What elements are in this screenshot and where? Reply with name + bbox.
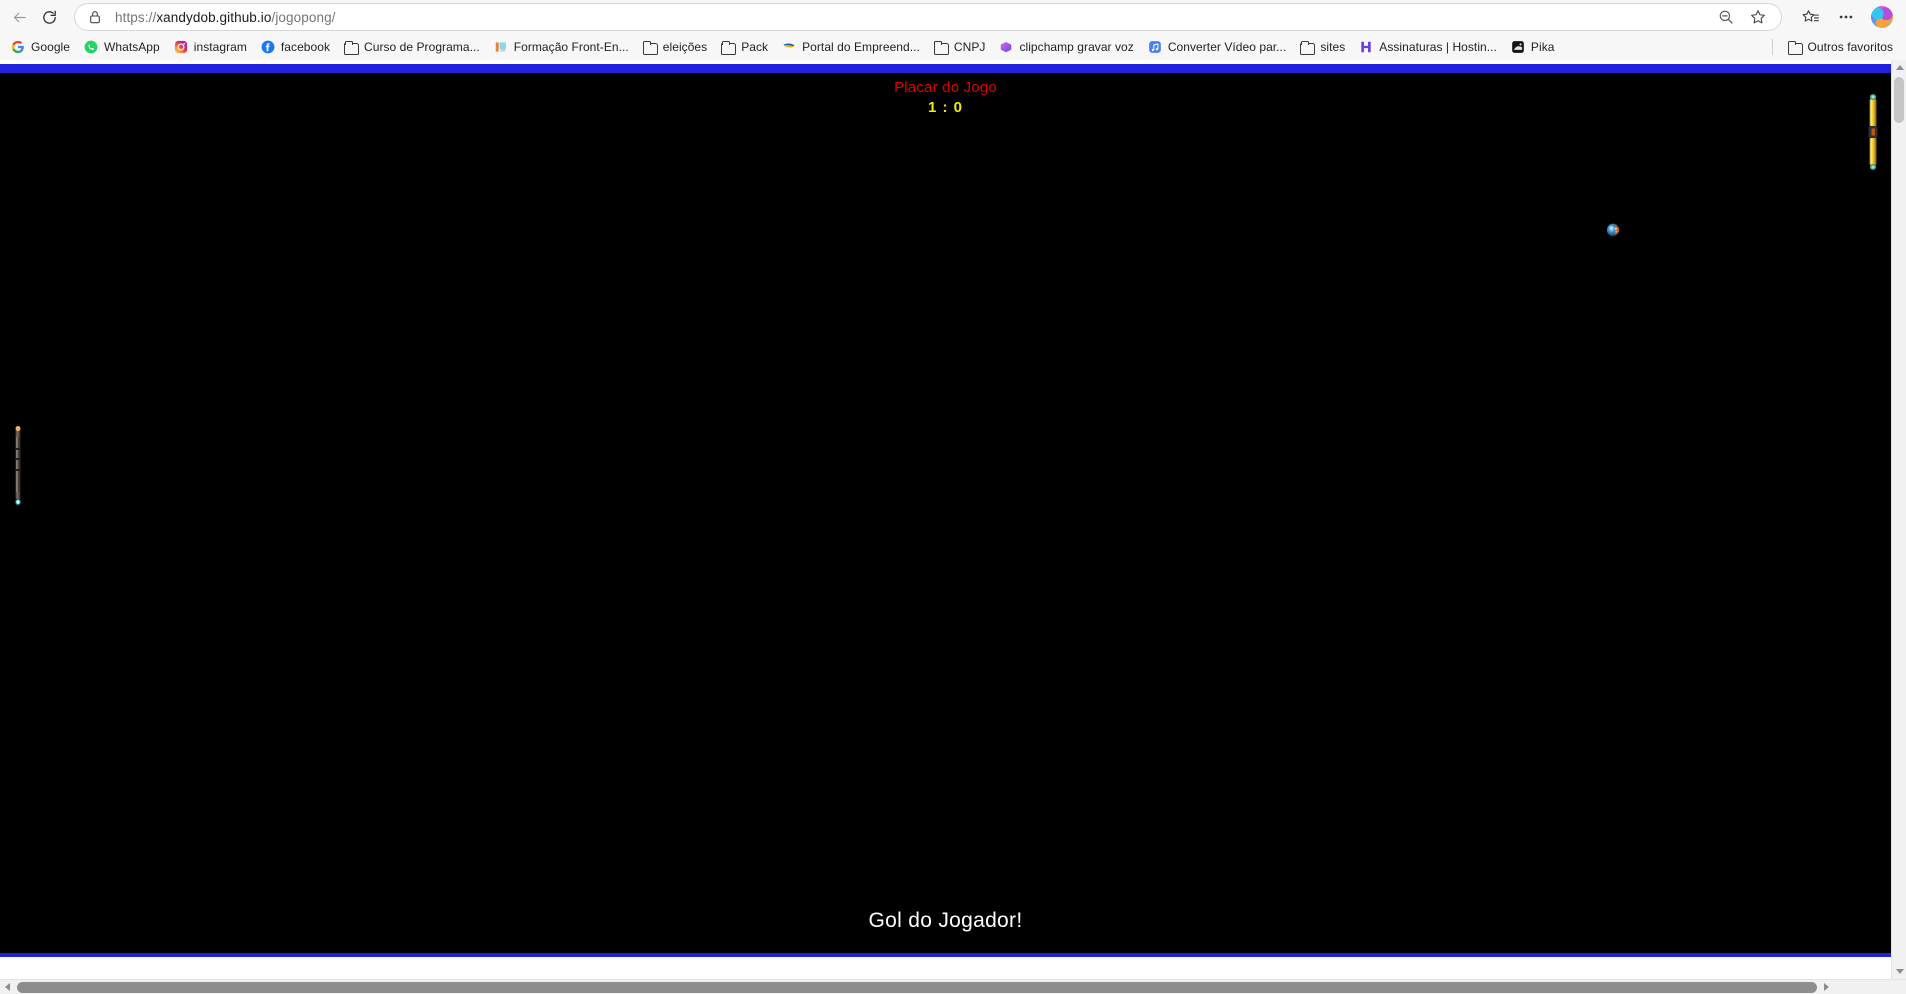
folder-icon <box>721 41 737 55</box>
address-bar[interactable]: https://xandydob.github.io/jogopong/ <box>74 3 1782 31</box>
bookmark-pack[interactable]: Pack <box>714 36 775 58</box>
url-path: /jogopong/ <box>271 9 336 25</box>
score-value: 1 : 0 <box>927 99 963 116</box>
arrow-left-icon <box>13 12 26 22</box>
page-viewport: Placar do Jogo 1 : 0 Gol do Jogador! <box>0 60 1906 994</box>
bookmark-whatsapp[interactable]: WhatsApp <box>77 36 167 58</box>
bookmark-facebook[interactable]: facebook <box>254 36 337 58</box>
bookmark-label: Portal do Empreend... <box>802 40 920 54</box>
url-host: xandydob.github.io <box>156 9 272 25</box>
facebook-icon <box>261 40 275 54</box>
folder-icon <box>1787 41 1803 55</box>
score-title: Placar do Jogo <box>894 79 997 96</box>
zoom-out-icon[interactable] <box>1717 8 1735 26</box>
lock-icon[interactable] <box>87 9 103 25</box>
bookmark-google[interactable]: Google <box>4 36 77 58</box>
instagram-icon <box>174 40 187 54</box>
bookmark-cnpj[interactable]: CNPJ <box>927 36 993 58</box>
url-scheme: https:// <box>115 9 157 25</box>
other-favorites-label: Outros favoritos <box>1807 40 1893 54</box>
bookmark-label: eleições <box>662 40 708 54</box>
reload-icon <box>42 10 56 24</box>
browser-window: https://xandydob.github.io/jogopong/ Goo… <box>0 0 1906 994</box>
toolbar-right-actions <box>1794 3 1898 31</box>
hostinger-icon <box>1361 41 1371 53</box>
bookmark-label: Converter Vídeo par... <box>1167 40 1287 54</box>
horizontal-scrollbar[interactable] <box>0 979 1906 994</box>
reload-button[interactable] <box>34 3 64 31</box>
scroll-up-button[interactable] <box>1892 60 1906 75</box>
copilot-icon <box>1871 6 1893 28</box>
other-favorites-button[interactable]: Outros favoritos <box>1781 36 1901 58</box>
url-text[interactable]: https://xandydob.github.io/jogopong/ <box>115 10 336 25</box>
ball <box>1606 223 1620 237</box>
copilot-button[interactable] <box>1866 3 1898 31</box>
scroll-down-button[interactable] <box>1892 964 1906 979</box>
bookmark-curso-de-programacao[interactable]: Curso de Programa... <box>337 36 487 58</box>
bookmark-label: Pika <box>1530 40 1555 54</box>
triangle-down-icon <box>1895 969 1904 974</box>
music-note-icon <box>1148 41 1161 53</box>
alura-icon <box>495 42 506 52</box>
game-field[interactable]: Placar do Jogo 1 : 0 Gol do Jogador! <box>0 64 1891 957</box>
settings-and-more-button[interactable] <box>1830 3 1862 31</box>
bookmark-formacao-front-end[interactable]: Formação Front-En... <box>487 36 636 58</box>
collections-icon <box>1802 9 1819 22</box>
whatsapp-icon <box>84 40 98 54</box>
right-paddle[interactable] <box>1866 92 1880 172</box>
pika-icon <box>1512 41 1524 53</box>
ellipsis-icon <box>1839 15 1853 19</box>
bookmark-label: sites <box>1320 40 1346 54</box>
clipchamp-icon <box>1001 42 1012 53</box>
bookmark-label: Google <box>31 40 70 54</box>
collections-button[interactable] <box>1794 3 1826 31</box>
vertical-scrollbar[interactable] <box>1891 60 1906 979</box>
pong-game[interactable]: Placar do Jogo 1 : 0 Gol do Jogador! <box>0 60 1891 961</box>
triangle-up-icon <box>1895 65 1904 70</box>
folder-icon <box>933 41 949 55</box>
browser-toolbar: https://xandydob.github.io/jogopong/ <box>0 0 1906 34</box>
bookmark-clipchamp[interactable]: clipchamp gravar voz <box>992 36 1140 58</box>
bookmarks-separator <box>1771 39 1773 55</box>
google-icon <box>11 40 24 54</box>
folder-icon <box>642 41 658 55</box>
bookmark-assinaturas-hostinger[interactable]: Assinaturas | Hostin... <box>1352 36 1504 58</box>
page-scroll-area: Placar do Jogo 1 : 0 Gol do Jogador! <box>0 60 1906 994</box>
vertical-scroll-thumb[interactable] <box>1894 77 1904 123</box>
scroll-left-button[interactable] <box>0 980 15 994</box>
bookmark-label: clipchamp gravar voz <box>1019 40 1134 54</box>
bookmark-label: CNPJ <box>953 40 986 54</box>
back-button[interactable] <box>4 3 34 31</box>
horizontal-scroll-thumb[interactable] <box>17 981 1817 993</box>
bookmark-label: Assinaturas | Hostin... <box>1379 40 1497 54</box>
bookmark-eleicoes[interactable]: eleições <box>636 36 714 58</box>
bookmarks-bar: Google WhatsApp instagram facebook Curso… <box>0 34 1906 60</box>
bookmark-label: instagram <box>193 40 247 54</box>
star-icon[interactable] <box>1749 8 1767 26</box>
folder-icon <box>1300 41 1316 55</box>
goal-message: Gol do Jogador! <box>868 909 1023 932</box>
triangle-right-icon <box>1824 983 1829 991</box>
scroll-right-button[interactable] <box>1819 980 1834 994</box>
left-paddle[interactable] <box>11 426 25 506</box>
bookmark-label: Curso de Programa... <box>364 40 480 54</box>
bookmark-pika[interactable]: Pika <box>1504 36 1562 58</box>
folder-icon <box>344 41 360 55</box>
sebrae-icon <box>783 43 795 48</box>
bookmark-sites[interactable]: sites <box>1293 36 1352 58</box>
bookmark-label: WhatsApp <box>104 40 160 54</box>
bookmark-converter-video[interactable]: Converter Vídeo par... <box>1141 36 1294 58</box>
scrollbar-corner <box>1834 979 1849 994</box>
bookmark-portal-do-empreendedor[interactable]: Portal do Empreend... <box>775 36 927 58</box>
bookmark-instagram[interactable]: instagram <box>167 36 254 58</box>
triangle-left-icon <box>5 983 10 991</box>
bookmark-label: Formação Front-En... <box>513 40 629 54</box>
bookmark-label: Pack <box>741 40 769 54</box>
bookmark-label: facebook <box>280 40 331 54</box>
